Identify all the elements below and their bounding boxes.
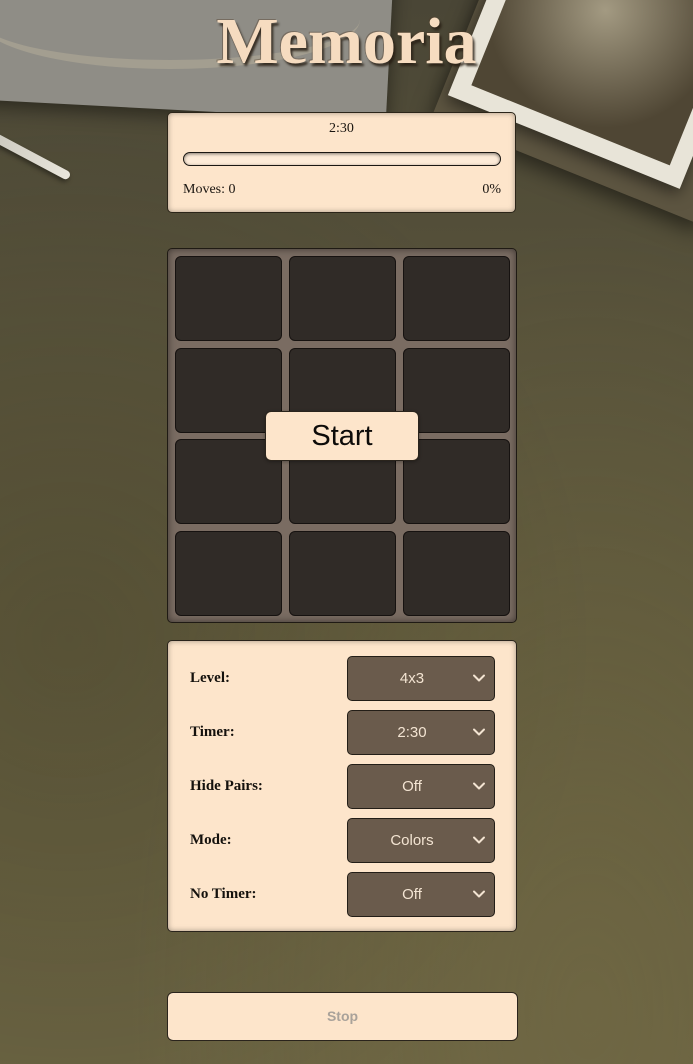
hide-pairs-select-value: Off bbox=[402, 778, 422, 795]
level-select-value: 4x3 bbox=[399, 670, 425, 687]
mode-select[interactable]: Colors bbox=[347, 818, 495, 863]
memory-card[interactable] bbox=[289, 530, 396, 616]
hide-pairs-select[interactable]: Off bbox=[347, 764, 495, 809]
mode-select-value: Colors bbox=[390, 832, 434, 849]
memory-card[interactable] bbox=[175, 530, 282, 616]
timer-label: Timer: bbox=[190, 724, 235, 740]
page-title: Memoria bbox=[216, 5, 477, 78]
timer-display: 2:30 bbox=[329, 121, 354, 136]
level-select[interactable]: 4x3 bbox=[347, 656, 495, 701]
timer-select[interactable]: 2:30 bbox=[347, 710, 495, 755]
completion-percent: 0% bbox=[482, 182, 501, 197]
chevron-down-icon bbox=[473, 728, 485, 736]
no-timer-select-value: Off bbox=[402, 886, 422, 903]
chevron-down-icon bbox=[473, 890, 485, 898]
stop-button: Stop bbox=[167, 992, 518, 1041]
chevron-down-icon bbox=[473, 782, 485, 790]
no-timer-label: No Timer: bbox=[190, 886, 257, 902]
timer-select-value: 2:30 bbox=[397, 724, 427, 741]
no-timer-select[interactable]: Off bbox=[347, 872, 495, 917]
chevron-down-icon bbox=[473, 836, 485, 844]
memory-card[interactable] bbox=[403, 439, 510, 524]
memory-card[interactable] bbox=[403, 347, 510, 433]
memory-card[interactable] bbox=[175, 256, 282, 341]
status-panel: 2:30 Moves: 0 0% bbox=[167, 112, 516, 213]
settings-panel: Level: 4x3 Timer: 2:30 Hide Pairs: Off M… bbox=[167, 640, 517, 932]
memory-card[interactable] bbox=[403, 256, 510, 341]
level-label: Level: bbox=[190, 670, 230, 686]
start-button[interactable]: Start bbox=[265, 411, 419, 461]
progress-bar bbox=[183, 152, 501, 166]
hide-pairs-label: Hide Pairs: bbox=[190, 778, 263, 794]
background-pen bbox=[0, 128, 72, 181]
memory-card[interactable] bbox=[289, 256, 396, 341]
chevron-down-icon bbox=[473, 674, 485, 682]
mode-label: Mode: bbox=[190, 832, 232, 848]
moves-counter: Moves: 0 bbox=[183, 182, 236, 197]
memory-card[interactable] bbox=[403, 530, 510, 616]
